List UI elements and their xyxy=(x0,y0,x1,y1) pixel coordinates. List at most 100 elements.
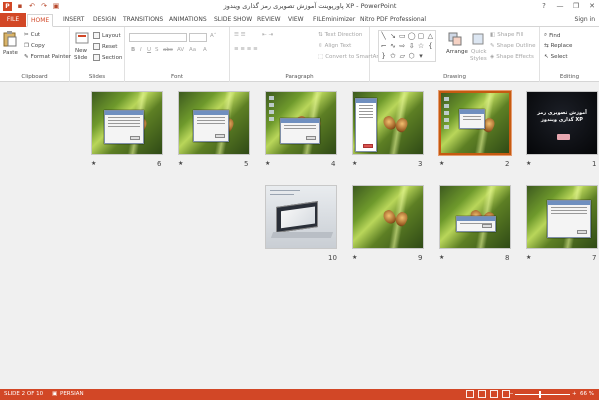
sign-in-link[interactable]: Sign in xyxy=(575,16,595,23)
shape-rounded-icon[interactable]: ▢ xyxy=(418,32,425,40)
tab-animations[interactable]: ANIMATIONS xyxy=(166,14,210,27)
tab-view[interactable]: VIEW xyxy=(285,14,307,27)
slide-thumbnail-2[interactable] xyxy=(438,90,512,156)
powerpoint-app-icon[interactable]: P xyxy=(3,2,12,11)
change-case-icon[interactable]: Aa xyxy=(189,47,196,53)
new-slide-icon[interactable] xyxy=(75,31,89,45)
tab-design[interactable]: DESIGN xyxy=(90,14,119,27)
tab-fileminimizer[interactable]: FILEminimizer xyxy=(310,14,358,27)
slideshow-start-icon[interactable]: ▣ xyxy=(52,3,60,11)
zoom-level[interactable]: 66 % xyxy=(580,391,594,397)
save-icon[interactable]: ▪ xyxy=(16,3,24,11)
tab-insert[interactable]: INSERT xyxy=(60,14,87,27)
scissors-icon: ✂ xyxy=(24,32,29,38)
strikethrough-icon[interactable]: abc xyxy=(163,47,173,53)
slide-thumbnail-6[interactable] xyxy=(91,91,163,155)
section-button[interactable]: Section xyxy=(93,54,122,61)
shape-more-icon[interactable]: ▾ xyxy=(419,52,423,60)
dialog-screenshot xyxy=(547,200,591,238)
new-slide-label-2[interactable]: Slide xyxy=(74,55,87,61)
arrange-button[interactable]: Arrange xyxy=(446,49,468,55)
format-painter-button[interactable]: ✎ Format Painter xyxy=(24,54,71,60)
tab-transitions[interactable]: TRANSITIONS xyxy=(120,14,166,27)
shape-star-icon[interactable]: ☆ xyxy=(418,42,424,50)
tab-nitro-pdf[interactable]: Nitro PDF Professional xyxy=(357,14,429,27)
shape-effects-button[interactable]: ◈ Shape Effects xyxy=(490,54,534,60)
select-button[interactable]: ↖ Select xyxy=(544,54,568,60)
indent-icon[interactable]: ⇤ ⇥ xyxy=(262,32,273,38)
shape-outline-button[interactable]: ✎ Shape Outline xyxy=(490,43,535,49)
shape-callout-icon[interactable]: ▱ xyxy=(400,52,405,60)
shape-line-icon[interactable]: ╲ xyxy=(382,32,386,40)
font-size-combo[interactable] xyxy=(189,33,207,42)
shape-curve-icon[interactable]: ∿ xyxy=(390,42,396,50)
shape-fill-button[interactable]: ◧ Shape Fill xyxy=(490,32,524,38)
italic-icon[interactable]: I xyxy=(140,47,142,53)
tab-review[interactable]: REVIEW xyxy=(254,14,284,27)
undo-icon[interactable]: ↶ xyxy=(28,3,36,11)
zoom-in-icon[interactable]: + xyxy=(572,391,577,397)
tab-slide-show[interactable]: SLIDE SHOW xyxy=(211,14,255,27)
quick-styles-icon[interactable] xyxy=(471,32,485,46)
bold-icon[interactable]: B xyxy=(131,47,135,53)
restore-button[interactable]: ❐ xyxy=(571,0,581,12)
align-text-button[interactable]: ⇳ Align Text xyxy=(318,43,351,49)
shape-arrow-icon[interactable]: ↘ xyxy=(390,32,396,40)
minimize-button[interactable]: — xyxy=(555,0,565,12)
cut-button[interactable]: ✂ Cut xyxy=(24,32,40,38)
slide-thumbnail-5[interactable] xyxy=(178,91,250,155)
quick-styles-button-2[interactable]: Styles xyxy=(470,56,487,62)
shape-oval-icon[interactable]: ◯ xyxy=(408,32,416,40)
tab-file[interactable]: FILE xyxy=(0,13,26,27)
slide-thumbnail-4[interactable] xyxy=(265,91,337,155)
new-slide-label[interactable]: New xyxy=(75,48,87,54)
slide-thumbnail-3[interactable] xyxy=(352,91,424,155)
slide-sorter-button[interactable] xyxy=(478,390,486,398)
shape-rect-icon[interactable]: ▭ xyxy=(399,32,406,40)
slide-thumbnail-image xyxy=(265,185,337,249)
align-icons[interactable]: ≡ ≡ ≡ ≡ xyxy=(234,46,258,52)
shape-triangle-icon[interactable]: △ xyxy=(428,32,433,40)
language-status[interactable]: PERSIAN xyxy=(60,391,84,397)
paste-button[interactable]: Paste xyxy=(3,50,18,56)
bullets-icon[interactable]: ☰ ☰ xyxy=(234,32,246,38)
normal-view-button[interactable] xyxy=(466,390,474,398)
zoom-slider[interactable] xyxy=(515,391,570,398)
layout-button[interactable]: Layout xyxy=(93,32,121,39)
font-color-icon[interactable]: A xyxy=(203,47,207,53)
text-direction-button[interactable]: ⇅ Text Direction xyxy=(318,32,362,38)
shape-brace2-icon[interactable]: } xyxy=(381,52,385,60)
slide-thumbnail-7[interactable] xyxy=(526,185,598,249)
zoom-out-icon[interactable]: − xyxy=(509,391,514,397)
find-button[interactable]: ⌕ Find xyxy=(544,32,560,39)
shadow-icon[interactable]: S xyxy=(155,47,159,53)
char-spacing-icon[interactable]: AV xyxy=(177,47,184,53)
replace-button[interactable]: ⇆ Replace xyxy=(544,43,572,49)
shape-downarrow-icon[interactable]: ⇩ xyxy=(409,42,415,50)
paste-icon[interactable] xyxy=(3,31,17,47)
shapes-gallery[interactable]: ╲ ↘ ▭ ◯ ▢ △ ⌐ ∿ ⇨ ⇩ ☆ { } ✩ ▱ ⬡ ▾ xyxy=(378,30,436,62)
redo-icon[interactable]: ↷ xyxy=(40,3,48,11)
font-grow-icon[interactable]: A˄ xyxy=(210,33,217,39)
shape-rtarrow-icon[interactable]: ⇨ xyxy=(399,42,405,50)
help-icon[interactable]: ? xyxy=(539,0,549,12)
shape-brace-icon[interactable]: { xyxy=(428,42,432,50)
ribbon: Paste ✂ Cut ❐ Copy ✎ Format Painter Clipboa… xyxy=(0,27,599,82)
underline-icon[interactable]: U xyxy=(147,47,151,53)
copy-button[interactable]: ❐ Copy xyxy=(24,43,45,49)
shape-star2-icon[interactable]: ✩ xyxy=(390,52,396,60)
shape-elbow-icon[interactable]: ⌐ xyxy=(381,42,387,50)
shape-hex-icon[interactable]: ⬡ xyxy=(409,52,415,60)
quick-styles-button[interactable]: Quick xyxy=(471,49,487,55)
font-name-combo[interactable] xyxy=(129,33,187,42)
slide-thumbnail-10[interactable] xyxy=(265,185,337,249)
reset-button[interactable]: Reset xyxy=(93,43,117,50)
slide-thumbnail-8[interactable] xyxy=(439,185,511,249)
arrange-icon[interactable] xyxy=(448,32,462,46)
tab-home[interactable]: HOME xyxy=(27,14,54,27)
slide-thumbnail-9[interactable] xyxy=(352,185,424,249)
reading-view-button[interactable] xyxy=(490,390,498,398)
close-button[interactable]: ✕ xyxy=(587,0,597,12)
butterfly-image xyxy=(381,113,410,136)
slide-thumbnail-1[interactable]: آموزش تصویری رمز گذاری ویندوز XP xyxy=(526,91,598,155)
